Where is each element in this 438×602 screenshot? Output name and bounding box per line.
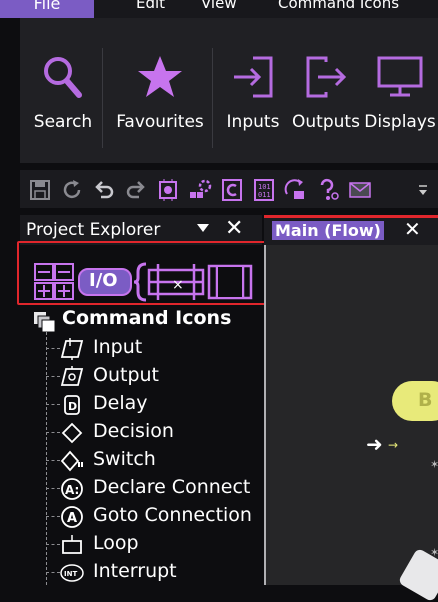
save-button[interactable]: [28, 178, 52, 202]
displays-button[interactable]: Displays: [364, 46, 436, 146]
arrow-right-icon: ➜: [366, 432, 383, 456]
tree-item-label: Output: [93, 364, 159, 386]
small-arrow-icon: →: [388, 438, 399, 452]
menu-command-icons[interactable]: Command Icons: [278, 0, 399, 14]
output-icon: [60, 366, 84, 386]
inputs-label: Inputs: [226, 112, 280, 132]
search-icon: [44, 57, 82, 98]
input-icon: [60, 338, 84, 360]
displays-label: Displays: [364, 112, 436, 132]
svg-text:A:: A:: [65, 483, 79, 497]
tree-item-label: Delay: [93, 392, 148, 414]
close-panel-icon[interactable]: ✕: [225, 216, 243, 241]
tree-branch: [46, 376, 60, 377]
monitor-icon: [377, 56, 423, 97]
svg-text:A: A: [67, 511, 77, 526]
output-icon: [306, 56, 347, 98]
inputs-button[interactable]: Inputs: [220, 46, 286, 146]
loop-icon: [62, 535, 82, 554]
begin-node-label: B: [418, 389, 433, 411]
svg-text:101: 101: [258, 183, 271, 191]
tree-branch: [46, 544, 60, 545]
gear-blocks-icon: [190, 179, 212, 198]
close-tab-icon[interactable]: ✕: [404, 217, 421, 241]
overflow-chevron-icon: [419, 185, 427, 195]
toolbar-overflow-button[interactable]: [416, 178, 430, 202]
favourites-label: Favourites: [116, 112, 204, 132]
compile-chip-button[interactable]: [284, 178, 308, 202]
help-button[interactable]: [316, 178, 340, 202]
star-icon: [138, 56, 182, 97]
save-icon: [30, 180, 50, 200]
tree-branch: [46, 460, 60, 461]
svg-text:011: 011: [258, 191, 271, 199]
tab-main-flow-label: Main (Flow): [272, 221, 384, 240]
tree-branch: [46, 432, 60, 433]
mail-button[interactable]: [348, 178, 372, 202]
mail-icon: [349, 182, 371, 198]
tree-branch: [46, 516, 60, 517]
decision-icon: [61, 422, 83, 444]
star-marker-icon: ✶: [430, 458, 438, 471]
download-chip-icon: [284, 179, 304, 199]
tab-main-flow[interactable]: Main (Flow) ✕: [264, 215, 438, 245]
tree-item-label: Goto Connection: [93, 504, 252, 526]
question-icon: [320, 178, 339, 200]
refresh-button[interactable]: [60, 178, 84, 202]
menu-edit[interactable]: Edit: [136, 0, 165, 14]
chip-settings-button[interactable]: [156, 178, 180, 202]
toolbar: 101 011: [20, 170, 438, 208]
folder-stack-icon: [34, 312, 56, 333]
svg-text:D: D: [68, 400, 77, 413]
project-explorer-title: Project Explorer: [26, 220, 161, 240]
tree-branch: [46, 488, 60, 489]
highlight-box: [17, 241, 279, 305]
outputs-button[interactable]: Outputs: [288, 46, 364, 146]
input-icon: [234, 56, 273, 98]
delay-icon: D: [64, 395, 80, 415]
tree-item-label: Input: [93, 336, 143, 358]
undo-icon: [95, 181, 114, 199]
menu-file-label: File: [33, 0, 61, 13]
search-button[interactable]: Search: [28, 46, 98, 146]
chip-icon: [159, 179, 177, 201]
build-settings-button[interactable]: [188, 178, 212, 202]
declare-connection-icon: A:: [61, 478, 83, 500]
ribbon-separator: [102, 48, 103, 148]
redo-button[interactable]: [124, 178, 148, 202]
svg-text:INT: INT: [64, 570, 77, 578]
tree-item-label: Declare Connect: [93, 476, 251, 498]
binary-icon: 101011: [254, 179, 274, 201]
compile-c-button[interactable]: [220, 178, 244, 202]
c-code-icon: [222, 179, 242, 201]
tree-item-label: Loop: [93, 532, 139, 554]
menu-view[interactable]: View: [201, 0, 237, 14]
ribbon: Search Favourites Inputs Outputs Display…: [20, 18, 438, 163]
menu-file[interactable]: File: [0, 0, 94, 18]
tree-connector-line: [46, 332, 47, 585]
tree-item-label: Switch: [93, 448, 156, 470]
tree-branch: [46, 404, 60, 405]
tree-branch: [46, 348, 60, 349]
begin-node[interactable]: B: [392, 381, 438, 421]
menu-bar: File Edit View Command Icons: [0, 0, 438, 18]
favourites-button[interactable]: Favourites: [110, 46, 210, 146]
compile-hex-button[interactable]: 101 011: [252, 178, 276, 202]
interrupt-icon: INT: [60, 564, 84, 582]
tree-root-command-icons[interactable]: Command Icons: [62, 307, 231, 329]
search-label: Search: [33, 112, 93, 132]
tree-branch: [46, 572, 60, 573]
tree-item-label: Decision: [93, 420, 174, 442]
undo-button[interactable]: [92, 178, 116, 202]
switch-icon: [60, 450, 83, 472]
refresh-icon: [63, 180, 81, 199]
ribbon-separator: [212, 48, 213, 148]
outputs-label: Outputs: [292, 112, 360, 132]
goto-connection-icon: A: [61, 506, 83, 528]
dropdown-triangle-icon[interactable]: [196, 222, 210, 234]
tree-item-label: Interrupt: [93, 560, 177, 582]
redo-icon: [126, 181, 145, 199]
